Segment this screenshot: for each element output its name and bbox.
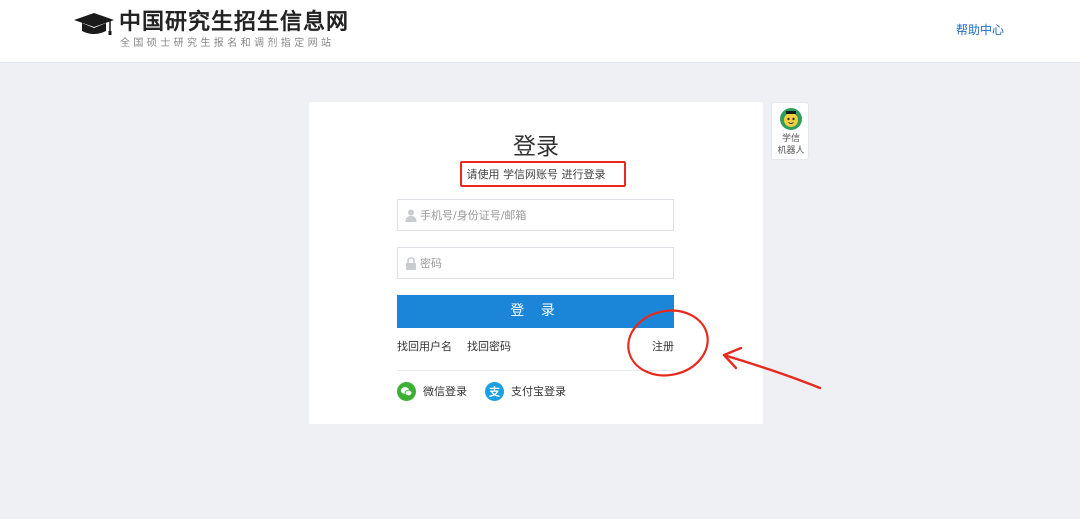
login-card: 登录 请使用 学信网账号 进行登录 登 录 找回用户名 找回密码 注册 微信登录…: [309, 102, 763, 424]
register-link[interactable]: 注册: [652, 339, 674, 355]
password-field[interactable]: [397, 247, 674, 279]
find-password-link[interactable]: 找回密码: [467, 339, 511, 355]
username-field[interactable]: [397, 199, 674, 231]
login-button[interactable]: 登 录: [397, 295, 674, 328]
find-username-link[interactable]: 找回用户名: [397, 339, 452, 355]
alipay-icon: 支: [485, 382, 504, 401]
robot-label-line2: 机器人: [777, 146, 805, 156]
wechat-icon: [397, 382, 416, 401]
alipay-login-label: 支付宝登录: [511, 385, 566, 398]
site-header: 中国研究生招生信息网 全国硕士研究生报名和调剂指定网站 帮助中心: [0, 0, 1080, 63]
username-input[interactable]: [420, 200, 670, 230]
robot-avatar-icon: [780, 108, 802, 130]
user-icon: [405, 209, 417, 222]
alipay-glyph: 支: [488, 385, 501, 399]
site-logo[interactable]: 中国研究生招生信息网 全国硕士研究生报名和调剂指定网站: [72, 9, 372, 53]
lock-icon: [406, 257, 416, 270]
divider: [397, 370, 674, 371]
site-title: 中国研究生招生信息网: [119, 10, 350, 35]
login-title: 登录: [513, 134, 559, 160]
password-input[interactable]: [420, 248, 670, 278]
help-center-link[interactable]: 帮助中心: [956, 22, 1004, 38]
wechat-login-label: 微信登录: [423, 385, 467, 398]
xuexin-robot-widget[interactable]: 学信 机器人: [771, 102, 809, 160]
site-subtitle: 全国硕士研究生报名和调剂指定网站: [120, 38, 335, 49]
login-subtitle: 请使用 学信网账号 进行登录: [466, 168, 606, 181]
robot-label: 学信 机器人: [772, 133, 810, 157]
robot-label-line1: 学信: [781, 134, 800, 144]
graduation-cap-icon: [74, 13, 114, 35]
